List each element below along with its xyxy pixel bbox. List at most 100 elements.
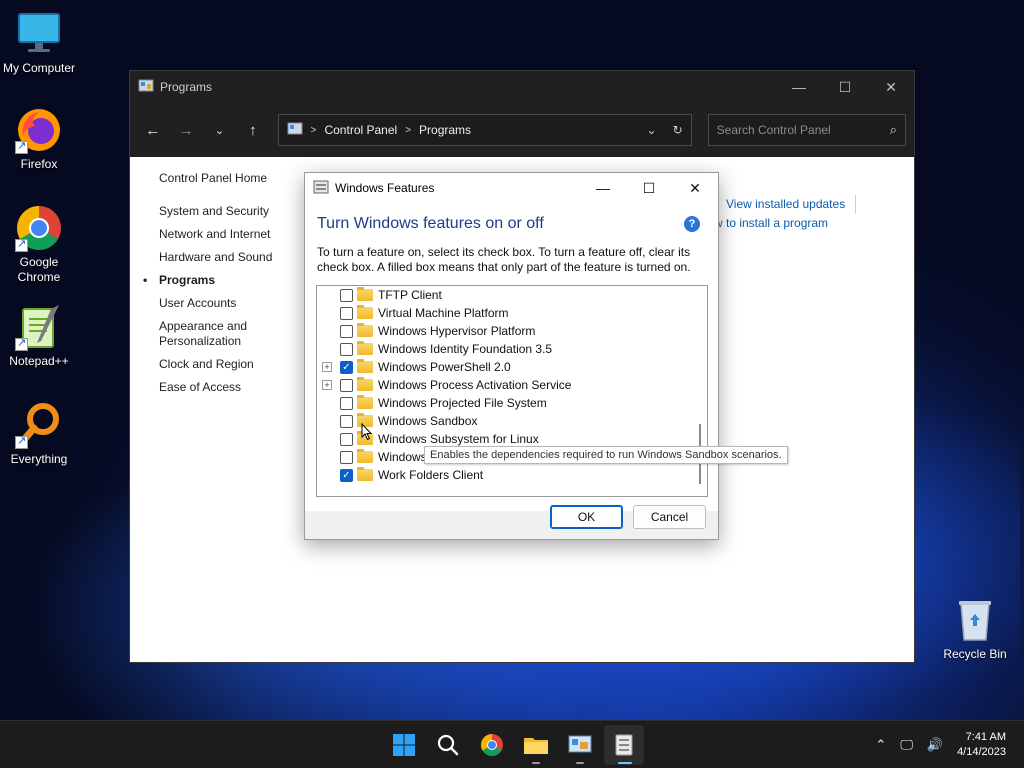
desktop-icon-everything[interactable]: Everything [1, 401, 77, 467]
feature-windows-process-activation[interactable]: + Windows Process Activation Service [317, 376, 707, 394]
sidebar-item-control-panel-home[interactable]: Control Panel Home [159, 171, 299, 186]
feature-checkbox[interactable]: ✓ [340, 468, 353, 482]
expand-button[interactable]: + [322, 362, 332, 372]
dialog-minimize-button[interactable]: — [580, 173, 626, 203]
folder-icon [357, 359, 373, 373]
feature-checkbox[interactable] [340, 432, 353, 446]
desktop-icon-label: My Computer [2, 61, 76, 75]
chevron-up-icon[interactable]: ⌃ [875, 737, 886, 753]
recycle-bin-icon [951, 596, 999, 644]
folder-icon [357, 377, 373, 391]
shortcut-arrow-icon [15, 434, 28, 449]
search-box[interactable]: ⌕ [707, 114, 906, 146]
taskbar-chrome[interactable] [472, 725, 512, 765]
control-panel-titlebar[interactable]: Programs — ☐ ✕ [130, 71, 914, 103]
volume-icon[interactable]: 🔊 [927, 737, 943, 753]
feature-label: TFTP Client [378, 288, 442, 302]
feature-checkbox[interactable] [340, 450, 353, 464]
features-tree[interactable]: TFTP Client Virtual Machine Platform Win… [316, 285, 708, 497]
desktop-icon-chrome[interactable]: Google Chrome [1, 204, 77, 285]
refresh-icon[interactable]: ↻ [673, 123, 683, 137]
shortcut-arrow-icon [15, 237, 28, 252]
forward-button[interactable]: → [171, 115, 200, 145]
taskbar-file-explorer[interactable] [516, 725, 556, 765]
dialog-titlebar[interactable]: Windows Features — ☐ ✕ [305, 173, 718, 203]
sidebar-item-hardware-sound[interactable]: Hardware and Sound [159, 250, 299, 265]
feature-windows-identity-foundation[interactable]: Windows Identity Foundation 3.5 [317, 340, 707, 358]
feature-checkbox[interactable] [340, 342, 353, 356]
feature-checkbox[interactable] [340, 288, 353, 302]
start-icon [393, 734, 415, 756]
desktop-icon-firefox[interactable]: Firefox [1, 106, 77, 172]
feature-work-folders-client[interactable]: ✓ Work Folders Client [317, 466, 707, 484]
programs-links: View installed updates w to install a pr… [714, 195, 857, 233]
start-button[interactable] [384, 725, 424, 765]
running-indicator [532, 762, 540, 764]
feature-tftp-client[interactable]: TFTP Client [317, 286, 707, 304]
cancel-button[interactable]: Cancel [633, 505, 706, 529]
breadcrumb-programs[interactable]: Programs [419, 123, 471, 137]
dialog-maximize-button[interactable]: ☐ [626, 173, 672, 203]
folder-icon [357, 287, 373, 301]
desktop-icon-notepadpp[interactable]: Notepad++ [1, 303, 77, 369]
feature-label: Windows Sandbox [378, 414, 478, 428]
monitor-icon [15, 10, 63, 58]
sidebar-item-ease-of-access[interactable]: Ease of Access [159, 380, 299, 395]
chevron-down-icon[interactable]: ⌄ [647, 123, 657, 137]
feature-virtual-machine-platform[interactable]: Virtual Machine Platform [317, 304, 707, 322]
shortcut-arrow-icon [15, 336, 28, 351]
up-button[interactable]: ↑ [238, 115, 267, 145]
feature-label: Work Folders Client [378, 468, 484, 482]
folder-icon [357, 467, 373, 481]
feature-checkbox[interactable] [340, 378, 353, 392]
taskbar-control-panel[interactable] [560, 725, 600, 765]
feature-windows-powershell[interactable]: + ✓ Windows PowerShell 2.0 [317, 358, 707, 376]
taskbar-search-button[interactable] [428, 725, 468, 765]
running-indicator [618, 762, 632, 764]
desktop-icon-label: Everything [10, 452, 68, 466]
feature-label: Windows Hypervisor Platform [378, 324, 536, 338]
maximize-button[interactable]: ☐ [822, 71, 868, 103]
help-icon[interactable]: ? [684, 216, 700, 232]
feature-tooltip: Enables the dependencies required to run… [424, 446, 788, 464]
search-input[interactable] [716, 123, 877, 137]
feature-checkbox[interactable] [340, 306, 353, 320]
chrome-icon [481, 734, 503, 756]
breadcrumb-separator: > [310, 124, 317, 136]
shortcut-arrow-icon [15, 139, 28, 154]
feature-label: Windows [378, 450, 427, 464]
file-explorer-icon [524, 738, 548, 754]
feature-checkbox[interactable] [340, 324, 353, 338]
clock-date: 4/14/2023 [957, 746, 1006, 758]
back-button[interactable]: ← [138, 115, 167, 145]
feature-windows-projected-fs[interactable]: Windows Projected File System [317, 394, 707, 412]
feature-windows-sandbox[interactable]: Windows Sandbox [317, 412, 707, 430]
desktop-icon-my-computer[interactable]: My Computer [1, 10, 77, 76]
sidebar-item-network-internet[interactable]: Network and Internet [159, 227, 299, 242]
search-icon[interactable]: ⌕ [890, 122, 897, 138]
view-installed-updates-link[interactable]: View installed updates [726, 195, 857, 214]
close-button[interactable]: ✕ [868, 71, 914, 103]
minimize-button[interactable]: — [776, 71, 822, 103]
clock[interactable]: 7:41 AM 4/14/2023 [957, 730, 1006, 760]
feature-windows-hypervisor-platform[interactable]: Windows Hypervisor Platform [317, 322, 707, 340]
network-icon[interactable]: 🖵 [900, 737, 913, 753]
ok-button[interactable]: OK [550, 505, 623, 529]
feature-checkbox[interactable]: ✓ [340, 360, 353, 374]
taskbar-windows-features[interactable] [604, 725, 644, 765]
desktop-icon-recycle-bin[interactable]: Recycle Bin [937, 596, 1013, 662]
sidebar-item-system-security[interactable]: System and Security [159, 204, 299, 219]
sidebar-item-programs[interactable]: Programs [143, 273, 299, 288]
feature-checkbox[interactable] [340, 414, 353, 428]
address-bar[interactable]: > Control Panel > Programs ⌄ ↻ [277, 114, 692, 146]
recent-locations-button[interactable]: ⌄ [205, 115, 234, 145]
breadcrumb-control-panel[interactable]: Control Panel [324, 123, 397, 137]
sidebar-item-user-accounts[interactable]: User Accounts [159, 296, 299, 311]
how-to-install-link[interactable]: w to install a program [714, 216, 828, 230]
dialog-close-button[interactable]: ✕ [672, 173, 718, 203]
sidebar-item-appearance[interactable]: Appearance and Personalization [159, 319, 299, 349]
expand-button[interactable]: + [322, 380, 332, 390]
sidebar-item-clock-region[interactable]: Clock and Region [159, 357, 299, 372]
feature-checkbox[interactable] [340, 396, 353, 410]
folder-icon [357, 323, 373, 337]
